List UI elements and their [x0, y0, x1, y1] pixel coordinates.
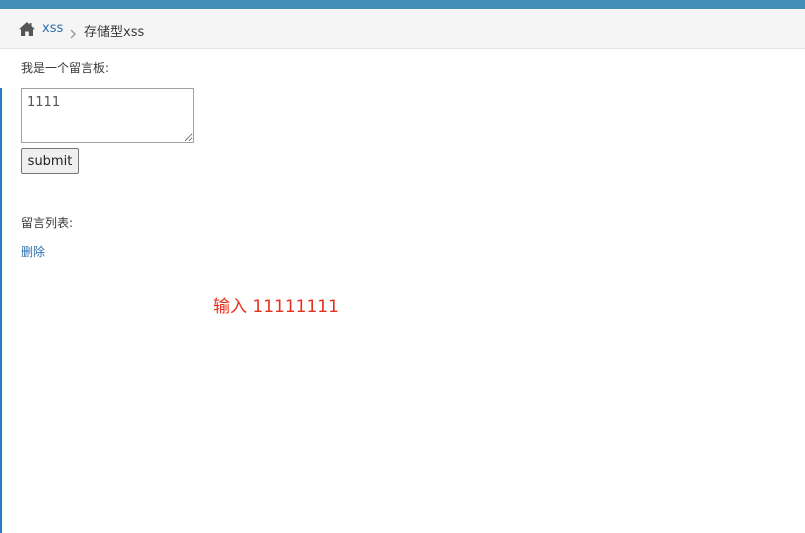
left-accent-rail	[0, 88, 2, 533]
breadcrumb: xss 存储型xss	[0, 9, 805, 49]
breadcrumb-link-xss[interactable]: xss	[42, 21, 63, 36]
annotation-text: 输入 11111111	[213, 297, 339, 317]
message-list-title: 留言列表:	[21, 216, 74, 230]
delete-link[interactable]: 删除	[21, 243, 45, 260]
top-accent-bar	[0, 0, 805, 9]
chevron-right-icon	[70, 24, 76, 39]
home-icon[interactable]	[18, 21, 36, 37]
message-textarea[interactable]: 1111	[21, 88, 194, 143]
submit-button[interactable]: submit	[21, 148, 79, 174]
message-board-title: 我是一个留言板:	[21, 61, 110, 75]
breadcrumb-current: 存储型xss	[84, 25, 145, 40]
